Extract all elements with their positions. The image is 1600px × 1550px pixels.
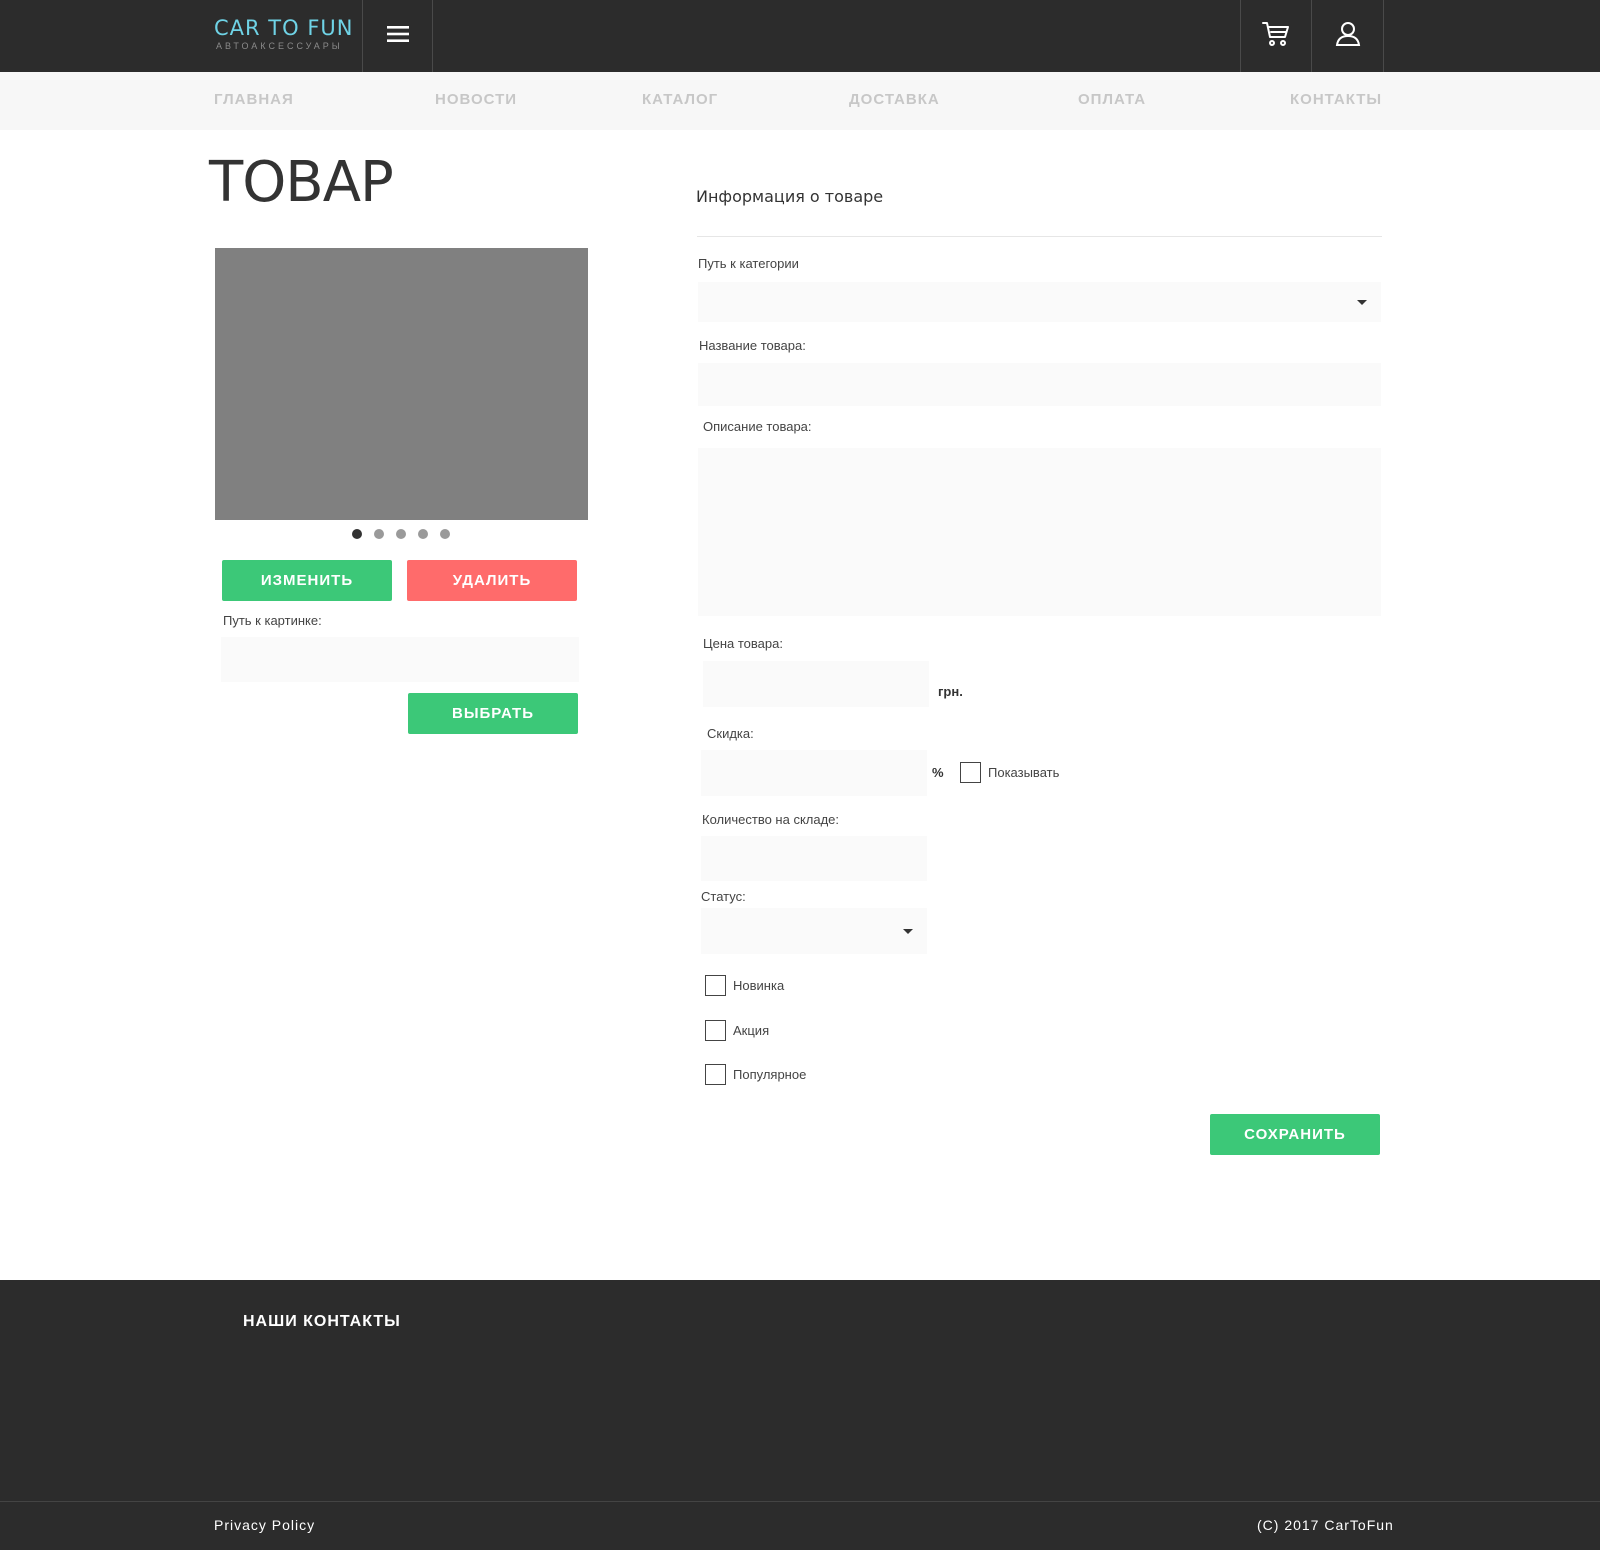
nav-item-delivery[interactable]: ДОСТАВКА	[849, 91, 940, 108]
product-image	[215, 248, 588, 520]
popular-checkbox[interactable]: Популярное	[705, 1064, 806, 1085]
stock-input[interactable]	[701, 836, 927, 881]
save-button[interactable]: СОХРАНИТЬ	[1210, 1114, 1380, 1155]
checkbox-box[interactable]	[705, 1020, 726, 1041]
promo-label: Акция	[733, 1023, 770, 1038]
footer-contacts-title: НАШИ КОНТАКТЫ	[243, 1313, 401, 1330]
delete-image-button[interactable]: УДАЛИТЬ	[407, 560, 577, 601]
hamburger-menu-icon	[386, 25, 409, 48]
category-select[interactable]	[698, 282, 1381, 322]
image-path-input[interactable]	[221, 637, 579, 682]
chevron-down-icon	[903, 929, 913, 934]
user-account-button[interactable]	[1312, 0, 1383, 72]
image-path-label: Путь к картинке:	[223, 613, 322, 628]
choose-image-button[interactable]: ВЫБРАТЬ	[408, 693, 578, 734]
section-divider	[697, 236, 1382, 237]
chevron-down-icon	[1357, 300, 1367, 305]
show-discount-checkbox[interactable]: Показывать	[960, 762, 1059, 783]
page-title: ТОВАР	[209, 150, 394, 215]
popular-label: Популярное	[733, 1067, 807, 1082]
nav-item-contacts[interactable]: КОНТАКТЫ	[1290, 91, 1382, 108]
status-select[interactable]	[701, 908, 927, 954]
price-input[interactable]	[703, 661, 929, 707]
user-icon	[1335, 21, 1361, 52]
new-product-label: Новинка	[733, 978, 785, 993]
nav-item-news[interactable]: НОВОСТИ	[435, 91, 517, 108]
checkbox-box[interactable]	[705, 975, 726, 996]
main-navigation: ГЛАВНАЯ НОВОСТИ КАТАЛОГ ДОСТАВКА ОПЛАТА …	[0, 72, 1600, 130]
show-discount-label: Показывать	[988, 765, 1060, 780]
product-name-input[interactable]	[698, 363, 1381, 406]
gallery-dot[interactable]	[374, 529, 384, 539]
product-name-label: Название товара:	[699, 338, 806, 353]
privacy-policy-link[interactable]: Privacy Policy	[214, 1517, 315, 1533]
footer: НАШИ КОНТАКТЫ Privacy Policy (C) 2017 Ca…	[0, 1280, 1600, 1550]
discount-label: Скидка:	[707, 726, 754, 741]
header-divider	[432, 0, 433, 72]
top-header: CAR TO FUN АВТОАКСЕССУАРЫ	[0, 0, 1600, 72]
header-divider	[1383, 0, 1384, 72]
logo-title: CAR TO FUN	[214, 16, 354, 40]
hamburger-menu-button[interactable]	[363, 0, 432, 72]
gallery-pagination	[352, 529, 450, 539]
section-title: Информация о товаре	[696, 187, 884, 206]
price-unit: грн.	[938, 684, 963, 699]
checkbox-box[interactable]	[960, 762, 981, 783]
description-textarea[interactable]	[698, 448, 1381, 616]
category-label: Путь к категории	[698, 256, 799, 271]
nav-item-catalog[interactable]: КАТАЛОГ	[642, 91, 718, 108]
gallery-dot[interactable]	[396, 529, 406, 539]
nav-item-home[interactable]: ГЛАВНАЯ	[214, 91, 294, 108]
edit-image-button[interactable]: ИЗМЕНИТЬ	[222, 560, 392, 601]
logo-subtitle: АВТОАКСЕССУАРЫ	[216, 41, 343, 51]
gallery-dot[interactable]	[440, 529, 450, 539]
copyright-text: (C) 2017 CarToFun	[1257, 1517, 1394, 1533]
status-label: Статус:	[701, 889, 746, 904]
discount-input[interactable]	[701, 750, 927, 796]
promo-checkbox[interactable]: Акция	[705, 1020, 769, 1041]
stock-label: Количество на складе:	[702, 812, 840, 827]
footer-divider	[0, 1501, 1600, 1502]
price-label: Цена товара:	[703, 636, 783, 651]
logo[interactable]: CAR TO FUN АВТОАКСЕССУАРЫ	[214, 16, 354, 51]
gallery-dot[interactable]	[418, 529, 428, 539]
nav-item-payment[interactable]: ОПЛАТА	[1078, 91, 1146, 108]
cart-button[interactable]	[1241, 0, 1311, 72]
new-product-checkbox[interactable]: Новинка	[705, 975, 784, 996]
discount-unit: %	[932, 765, 944, 780]
description-label: Описание товара:	[703, 419, 812, 434]
checkbox-box[interactable]	[705, 1064, 726, 1085]
gallery-dot[interactable]	[352, 529, 362, 539]
shopping-cart-icon	[1262, 21, 1290, 52]
